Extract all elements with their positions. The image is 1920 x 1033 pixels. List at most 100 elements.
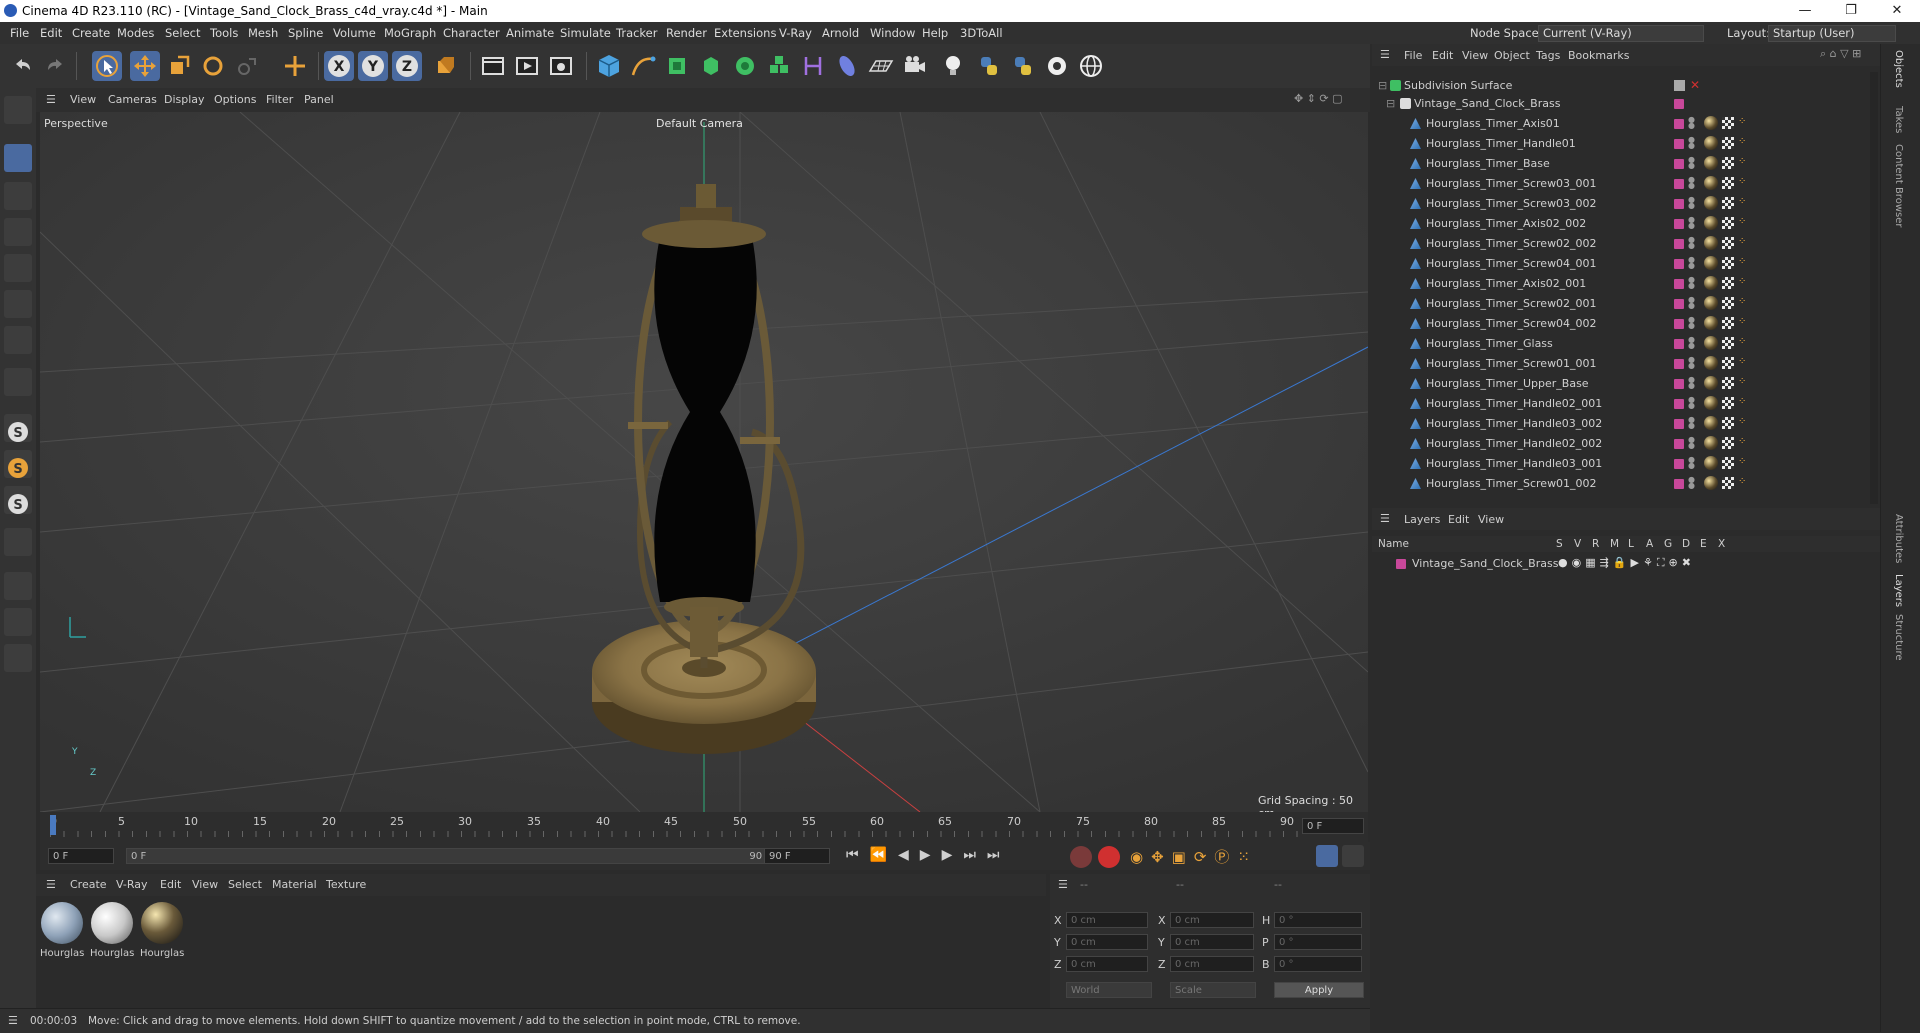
layer-color-tag[interactable]: [1674, 299, 1684, 309]
object-row[interactable]: Hourglass_Timer_Glass ● ● ⁘: [1372, 334, 1880, 354]
coord-system-dropdown[interactable]: World: [1066, 982, 1152, 998]
layer-color-tag[interactable]: [1674, 199, 1684, 209]
mograph-cloner-icon[interactable]: [730, 51, 760, 81]
layer-menu-layers[interactable]: Layers: [1404, 513, 1440, 526]
material-tag-icon[interactable]: [1704, 396, 1718, 410]
uvw-tag-icon[interactable]: [1722, 417, 1734, 429]
uvw-tag-icon[interactable]: [1722, 237, 1734, 249]
coord-pos-x-field[interactable]: 0 cm: [1066, 912, 1148, 928]
maximize-button[interactable]: ❐: [1828, 0, 1874, 22]
material-tag-icon[interactable]: [1704, 276, 1718, 290]
material-tag-icon[interactable]: [1704, 336, 1718, 350]
start-frame-field[interactable]: 0 F: [48, 848, 114, 864]
menu-extensions[interactable]: Extensions: [714, 26, 776, 40]
pen-spline-icon[interactable]: [628, 51, 658, 81]
phong-tag-icon[interactable]: ⁘: [1738, 116, 1746, 127]
object-row[interactable]: Hourglass_Timer_Handle02_001 ● ● ⁘: [1372, 394, 1880, 414]
uvw-tag-icon[interactable]: [1722, 297, 1734, 309]
material-menu-edit[interactable]: Edit: [160, 878, 181, 891]
layer-color-tag[interactable]: [1674, 359, 1684, 369]
deformer-icon[interactable]: [832, 51, 862, 81]
object-row[interactable]: Hourglass_Timer_Handle03_002 ● ● ⁘: [1372, 414, 1880, 434]
node-space-dropdown[interactable]: Current (V-Ray): [1538, 25, 1704, 42]
viewport-menu-view[interactable]: View: [70, 93, 96, 106]
world-coordinates-icon[interactable]: [430, 51, 460, 81]
uvw-tag-icon[interactable]: [1722, 217, 1734, 229]
autokey-icon[interactable]: [1098, 846, 1120, 868]
material-menu-vray[interactable]: V-Ray: [116, 878, 148, 891]
uvw-tag-icon[interactable]: [1722, 137, 1734, 149]
layer-menu-icon[interactable]: ☰: [1380, 512, 1390, 525]
visibility-dots-icon[interactable]: ● ●: [1688, 216, 1695, 230]
status-menu-icon[interactable]: ☰: [8, 1014, 18, 1027]
phong-tag-icon[interactable]: ⁘: [1738, 356, 1746, 367]
phong-tag-icon[interactable]: ⁘: [1738, 216, 1746, 227]
material-tag-icon[interactable]: [1704, 236, 1718, 250]
menu-help[interactable]: Help: [922, 26, 948, 40]
visibility-dots-icon[interactable]: ● ●: [1688, 336, 1695, 350]
coords-menu-icon[interactable]: ☰: [1058, 878, 1068, 891]
object-row-root[interactable]: ⊟ Subdivision Surface ✕: [1372, 76, 1880, 96]
polygons-mode-icon[interactable]: [4, 290, 32, 318]
menu-3dtoall[interactable]: 3DToAll: [960, 26, 1003, 40]
coord-pos-z-field[interactable]: 0 cm: [1066, 956, 1148, 972]
undo-icon[interactable]: [8, 51, 38, 81]
render-view-icon[interactable]: [478, 51, 508, 81]
phong-tag-icon[interactable]: ⁘: [1738, 376, 1746, 387]
redo-icon[interactable]: [40, 51, 70, 81]
layer-color-tag[interactable]: [1674, 159, 1684, 169]
phong-tag-icon[interactable]: ⁘: [1738, 336, 1746, 347]
viewport-scene[interactable]: [40, 112, 1368, 812]
phong-tag-icon[interactable]: ⁘: [1738, 136, 1746, 147]
material-thumbnail[interactable]: Hourglas: [90, 902, 134, 962]
visibility-dots-icon[interactable]: ● ●: [1688, 416, 1695, 430]
object-menu-tags[interactable]: Tags: [1536, 49, 1560, 62]
phong-tag-icon[interactable]: ⁘: [1738, 236, 1746, 247]
material-thumbnail[interactable]: Hourglas: [140, 902, 184, 962]
material-tag-icon[interactable]: [1704, 356, 1718, 370]
axis-mode-icon[interactable]: [4, 368, 32, 396]
side-tab-layers[interactable]: Layers: [1893, 574, 1904, 607]
material-thumbnail[interactable]: Hourglas: [40, 902, 84, 962]
layer-color-tag[interactable]: [1674, 239, 1684, 249]
material-tag-icon[interactable]: [1704, 316, 1718, 330]
coord-rot-p-field[interactable]: 0 °: [1274, 934, 1362, 950]
phong-tag-icon[interactable]: ⁘: [1738, 396, 1746, 407]
visibility-dots-icon[interactable]: ● ●: [1688, 456, 1695, 470]
uvw-tag-icon[interactable]: [1722, 317, 1734, 329]
material-tag-icon[interactable]: [1704, 256, 1718, 270]
menu-mograph[interactable]: MoGraph: [384, 26, 436, 40]
viewport-menu-display[interactable]: Display: [164, 93, 205, 106]
visibility-dots-icon[interactable]: ● ●: [1688, 256, 1695, 270]
model-mode-icon[interactable]: [4, 144, 32, 172]
uvw-tag-icon[interactable]: [1722, 437, 1734, 449]
menu-arnold[interactable]: Arnold: [822, 26, 859, 40]
visibility-dots-icon[interactable]: ● ●: [1688, 436, 1695, 450]
globe-icon[interactable]: [1076, 51, 1106, 81]
object-row[interactable]: Hourglass_Timer_Screw01_002 ● ● ⁘: [1372, 474, 1880, 494]
z-axis-lock-icon[interactable]: Z: [392, 51, 422, 81]
playback-controls-icon[interactable]: ⏮⏪◀▶▶⏭⏭: [846, 847, 1011, 863]
phong-tag-icon[interactable]: ⁘: [1738, 296, 1746, 307]
side-tab-content-browser[interactable]: Content Browser: [1893, 144, 1904, 227]
object-row[interactable]: Hourglass_Timer_Screw02_002 ● ● ⁘: [1372, 234, 1880, 254]
phong-tag-icon[interactable]: ⁘: [1738, 156, 1746, 167]
phong-tag-icon[interactable]: ⁘: [1738, 436, 1746, 447]
object-row[interactable]: Hourglass_Timer_Screw04_002 ● ● ⁘: [1372, 314, 1880, 334]
scale-tool-icon[interactable]: [164, 51, 194, 81]
side-tab-structure[interactable]: Structure: [1893, 614, 1904, 661]
record-icon[interactable]: [1070, 846, 1092, 868]
menu-tracker[interactable]: Tracker: [616, 26, 658, 40]
object-menu-icon[interactable]: ☰: [1380, 48, 1390, 61]
menu-window[interactable]: Window: [870, 26, 915, 40]
uvw-tag-icon[interactable]: [1722, 197, 1734, 209]
object-scrollbar[interactable]: [1870, 72, 1878, 504]
timeline-playhead[interactable]: [50, 815, 56, 835]
apply-button[interactable]: Apply: [1274, 982, 1364, 998]
object-menu-view[interactable]: View: [1462, 49, 1488, 62]
current-frame-field[interactable]: 0 F: [1302, 818, 1364, 834]
visibility-dots-icon[interactable]: ● ●: [1688, 396, 1695, 410]
uvw-tag-icon[interactable]: [1722, 357, 1734, 369]
object-row[interactable]: Hourglass_Timer_Handle03_001 ● ● ⁘: [1372, 454, 1880, 474]
uvw-tag-icon[interactable]: [1722, 257, 1734, 269]
